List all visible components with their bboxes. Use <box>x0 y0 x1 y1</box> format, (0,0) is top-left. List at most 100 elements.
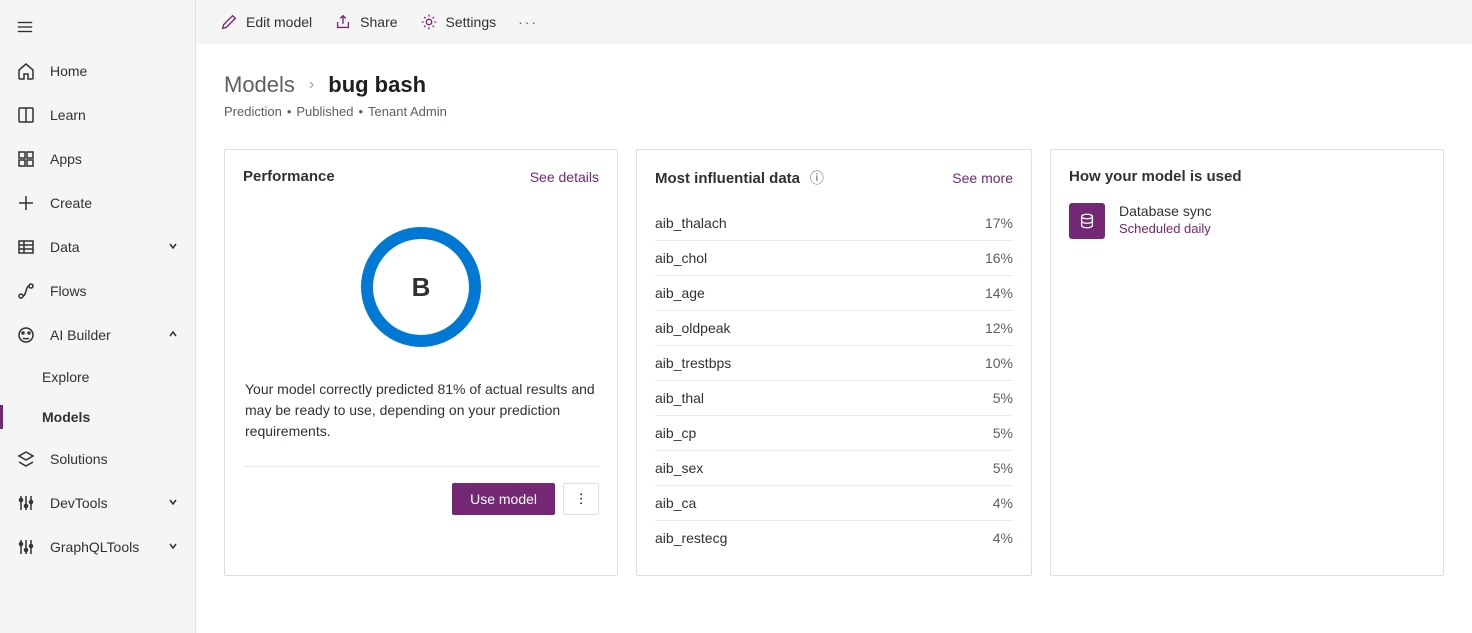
home-icon <box>16 61 36 81</box>
see-more-link[interactable]: See more <box>952 170 1013 186</box>
influential-value: 17% <box>985 215 1013 231</box>
more-options-button[interactable]: ⋮ <box>563 483 599 515</box>
sidebar-item-devtools[interactable]: DevTools <box>0 481 195 525</box>
influential-list: aib_thalach 17% aib_chol 16% aib_age 14% aib_o… <box>655 206 1013 555</box>
influential-value: 16% <box>985 250 1013 266</box>
influential-row: aib_cp5% <box>655 416 1013 451</box>
influential-value: 5% <box>993 425 1013 441</box>
influential-row: aib_thalach 17% <box>655 206 1013 241</box>
share-button[interactable]: Share <box>334 13 397 31</box>
info-icon[interactable]: ⓘ <box>810 170 824 186</box>
toolbar-label: Share <box>360 14 397 30</box>
performance-gauge: B <box>361 227 481 347</box>
sidebar: Home Learn Apps Create Data Flows AI Bui… <box>0 0 196 633</box>
sidebar-item-label: Solutions <box>50 451 108 467</box>
influential-name: aib_age <box>655 285 705 301</box>
influential-name: aib_ca <box>655 495 696 511</box>
performance-description: Your model correctly predicted 81% of ac… <box>243 379 599 442</box>
sidebar-item-label: Learn <box>50 107 86 123</box>
influential-value: 4% <box>993 495 1013 511</box>
model-status: Published <box>296 104 353 119</box>
chevron-up-icon <box>167 327 179 343</box>
influential-name: aib_chol <box>655 250 707 266</box>
sidebar-item-create[interactable]: Create <box>0 181 195 225</box>
performance-grade: B <box>412 272 431 303</box>
brain-icon <box>16 325 36 345</box>
book-icon <box>16 105 36 125</box>
influential-row: aib_chol 16% <box>655 241 1013 276</box>
influential-name: aib_thal <box>655 390 704 406</box>
sidebar-item-learn[interactable]: Learn <box>0 93 195 137</box>
sidebar-item-label: Flows <box>50 283 87 299</box>
sidebar-item-label: Explore <box>42 369 89 385</box>
sidebar-item-label: Data <box>50 239 80 255</box>
menu-icon <box>16 18 34 36</box>
influential-name: aib_thalach <box>655 215 727 231</box>
influential-value: 12% <box>985 320 1013 336</box>
influential-row: aib_thal 5% <box>655 381 1013 416</box>
database-icon <box>1069 203 1105 239</box>
influential-data-card: Most influential data ⓘ See more aib_tha… <box>636 149 1032 576</box>
see-details-link[interactable]: See details <box>530 169 599 185</box>
toolbar-label: Edit model <box>246 14 312 30</box>
sidebar-item-apps[interactable]: Apps <box>0 137 195 181</box>
sidebar-item-label: Models <box>42 409 90 425</box>
influential-row: aib_sex5% <box>655 451 1013 486</box>
model-meta: Prediction•Published•Tenant Admin <box>224 104 1444 119</box>
sidebar-item-data[interactable]: Data <box>0 225 195 269</box>
model-type: Prediction <box>224 104 282 119</box>
usage-card: How your model is used Database sync Sch… <box>1050 149 1444 576</box>
edit-model-button[interactable]: Edit model <box>220 13 312 31</box>
sliders-icon <box>16 493 36 513</box>
more-actions-button[interactable]: ··· <box>518 14 538 30</box>
chevron-right-icon: › <box>309 76 314 94</box>
influential-name: aib_oldpeak <box>655 320 731 336</box>
content: Models › bug bash Prediction•Published•T… <box>196 44 1472 576</box>
main-area: Edit model Share Settings ··· Models › b… <box>196 0 1472 633</box>
usage-item[interactable]: Database sync Scheduled daily <box>1069 203 1425 239</box>
chevron-down-icon <box>167 495 179 511</box>
sidebar-item-flows[interactable]: Flows <box>0 269 195 313</box>
settings-button[interactable]: Settings <box>420 13 497 31</box>
sidebar-item-models[interactable]: Models <box>0 397 195 437</box>
breadcrumb-parent[interactable]: Models <box>224 72 295 98</box>
toolbar-label: Settings <box>446 14 497 30</box>
sidebar-item-label: GraphQLTools <box>50 539 139 555</box>
influential-value: 14% <box>985 285 1013 301</box>
influential-row: aib_oldpeak 12% <box>655 311 1013 346</box>
sidebar-item-ai-builder[interactable]: AI Builder <box>0 313 195 357</box>
sidebar-item-home[interactable]: Home <box>0 49 195 93</box>
sliders-icon <box>16 537 36 557</box>
layers-icon <box>16 449 36 469</box>
chevron-down-icon <box>167 239 179 255</box>
usage-sublabel: Scheduled daily <box>1119 221 1212 236</box>
pencil-icon <box>220 13 238 31</box>
performance-card: Performance See details B Your model cor… <box>224 149 618 576</box>
influential-row: aib_ca 4% <box>655 486 1013 521</box>
card-title: Most influential data <box>655 170 800 187</box>
use-model-button[interactable]: Use model <box>452 483 555 515</box>
ellipsis-vertical-icon: ⋮ <box>574 491 587 507</box>
flow-icon <box>16 281 36 301</box>
toolbar: Edit model Share Settings ··· <box>196 0 1472 44</box>
sidebar-item-label: Create <box>50 195 92 211</box>
influential-name: aib_restecg <box>655 530 727 546</box>
influential-row: aib_restecg4% <box>655 521 1013 555</box>
gear-icon <box>420 13 438 31</box>
sidebar-item-graphqltools[interactable]: GraphQLTools <box>0 525 195 569</box>
influential-value: 10% <box>985 355 1013 371</box>
sidebar-item-label: DevTools <box>50 495 108 511</box>
hamburger-menu[interactable] <box>0 8 195 49</box>
ellipsis-icon: ··· <box>518 14 538 30</box>
sidebar-item-label: Home <box>50 63 87 79</box>
share-icon <box>334 13 352 31</box>
breadcrumb-current: bug bash <box>328 72 426 98</box>
breadcrumb: Models › bug bash <box>224 72 1444 98</box>
chevron-down-icon <box>167 539 179 555</box>
card-title: How your model is used <box>1069 168 1242 185</box>
influential-value: 5% <box>993 390 1013 406</box>
sidebar-item-explore[interactable]: Explore <box>0 357 195 397</box>
influential-value: 5% <box>993 460 1013 476</box>
sidebar-item-solutions[interactable]: Solutions <box>0 437 195 481</box>
card-title: Performance <box>243 168 335 185</box>
